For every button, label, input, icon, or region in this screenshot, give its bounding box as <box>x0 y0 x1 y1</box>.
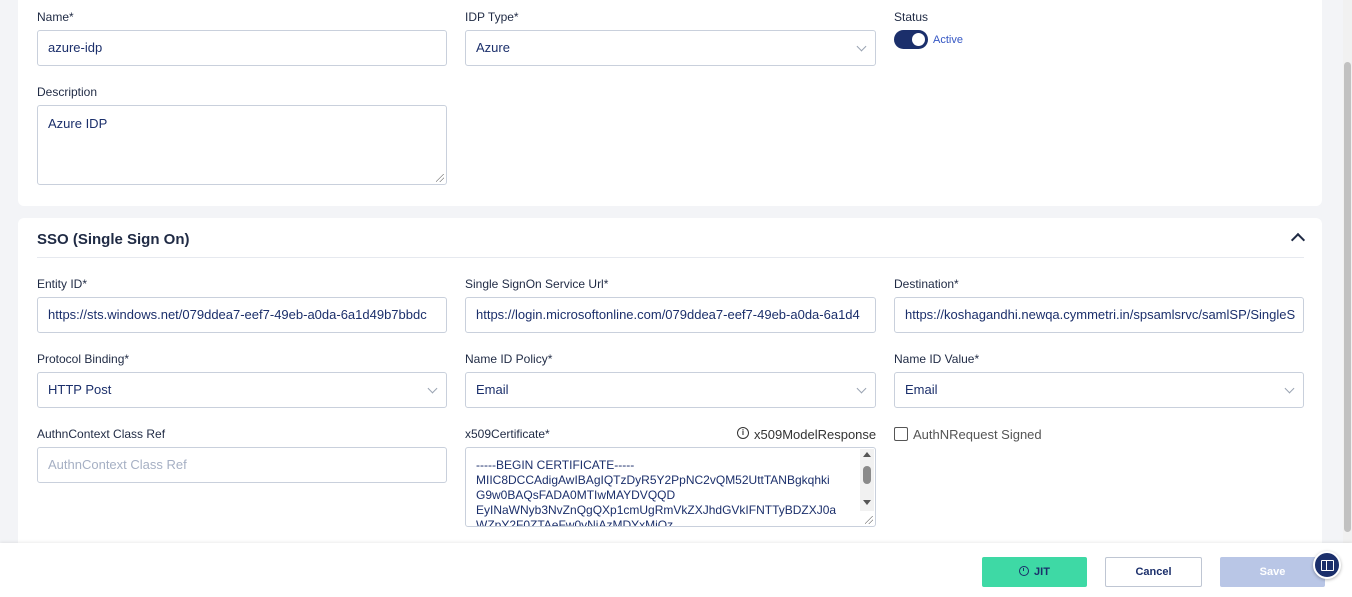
x509-label: x509Certificate* <box>465 427 550 441</box>
x509-model-response-link[interactable]: x509ModelResponse <box>754 427 876 442</box>
name-id-value-select[interactable]: Email <box>894 372 1304 408</box>
name-id-value-value: Email <box>905 382 938 397</box>
cert-line: -----BEGIN CERTIFICATE----- <box>476 458 635 472</box>
description-value: Azure IDP <box>48 116 108 131</box>
authn-request-signed-checkbox[interactable] <box>894 427 908 441</box>
protocol-binding-select[interactable]: HTTP Post <box>37 372 447 408</box>
name-id-policy-select[interactable]: Email <box>465 372 876 408</box>
description-label: Description <box>37 85 98 99</box>
cert-line: MIIC8DCCAdigAwIBAgIQTzDyR5Y2PpNC2vQM52Ut… <box>476 473 830 487</box>
resize-grip-icon[interactable] <box>865 516 873 524</box>
cert-line: G9w0BAQsFADA0MTIwMAYDVQQD <box>476 488 676 502</box>
sso-section-title: SSO (Single Sign On) <box>37 231 190 248</box>
authn-request-signed-label: AuthNRequest Signed <box>913 427 1042 442</box>
status-toggle[interactable] <box>894 30 928 49</box>
certificate-scrollbar[interactable] <box>860 449 874 511</box>
protocol-binding-label: Protocol Binding* <box>37 352 130 366</box>
help-button[interactable] <box>1313 551 1341 579</box>
sso-url-label: Single SignOn Service Url* <box>465 277 609 291</box>
name-id-policy-value: Email <box>476 382 509 397</box>
authn-context-label: AuthnContext Class Ref <box>37 427 166 441</box>
save-button[interactable]: Save <box>1220 557 1325 587</box>
status-value: Active <box>933 34 963 46</box>
cancel-button[interactable]: Cancel <box>1105 557 1202 587</box>
protocol-binding-value: HTTP Post <box>48 382 112 397</box>
cert-line: EyINaWNyb3NvZnQgQXp1cmUgRmVkZXJhdGVkIFNT… <box>476 503 837 517</box>
resize-grip-icon[interactable] <box>436 174 444 182</box>
entity-id-input[interactable]: https://sts.windows.net/079ddea7-eef7-49… <box>37 297 447 333</box>
chevron-down-icon <box>427 383 438 394</box>
clock-icon <box>1019 566 1030 576</box>
scroll-thumb[interactable] <box>863 466 871 484</box>
sso-url-input[interactable]: https://login.microsoftonline.com/079dde… <box>465 297 876 333</box>
chevron-down-icon <box>856 383 867 394</box>
description-textarea[interactable]: Azure IDP <box>37 105 447 185</box>
destination-input[interactable]: https://koshagandhi.newqa.cymmetri.in/sp… <box>894 297 1304 333</box>
footer-bar: JIT Cancel Save <box>0 543 1352 597</box>
name-label: Name* <box>37 10 74 24</box>
certificate-text: -----BEGIN CERTIFICATE----- MIIC8DCCAdig… <box>476 458 837 527</box>
scroll-down-icon[interactable] <box>863 500 871 505</box>
jit-label: JIT <box>1034 566 1050 578</box>
cert-line: WZpY2F0ZTAeFw0yNjAzMDYxMjQz <box>476 518 674 527</box>
idp-type-value: Azure <box>476 40 510 55</box>
book-icon <box>1321 560 1334 571</box>
status-label: Status <box>894 10 929 24</box>
page-scrollbar[interactable] <box>1343 0 1352 543</box>
scroll-up-icon[interactable] <box>863 452 871 457</box>
x509-certificate-textarea[interactable]: -----BEGIN CERTIFICATE----- MIIC8DCCAdig… <box>465 447 876 527</box>
page-scroll-thumb[interactable] <box>1344 62 1351 532</box>
jit-button[interactable]: JIT <box>982 557 1087 587</box>
toggle-knob <box>912 33 925 46</box>
idp-type-select[interactable]: Azure <box>465 30 876 66</box>
entity-id-label: Entity ID* <box>37 277 88 291</box>
idp-type-label: IDP Type* <box>465 10 519 24</box>
chevron-down-icon <box>1284 383 1295 394</box>
destination-label: Destination* <box>894 277 959 291</box>
name-id-value-label: Name ID Value* <box>894 352 980 366</box>
section-divider <box>37 257 1304 258</box>
chevron-down-icon <box>856 41 867 52</box>
authn-context-input[interactable]: AuthnContext Class Ref <box>37 447 447 483</box>
name-input[interactable]: azure-idp <box>37 30 447 66</box>
info-icon[interactable]: i <box>737 427 749 439</box>
name-id-policy-label: Name ID Policy* <box>465 352 553 366</box>
